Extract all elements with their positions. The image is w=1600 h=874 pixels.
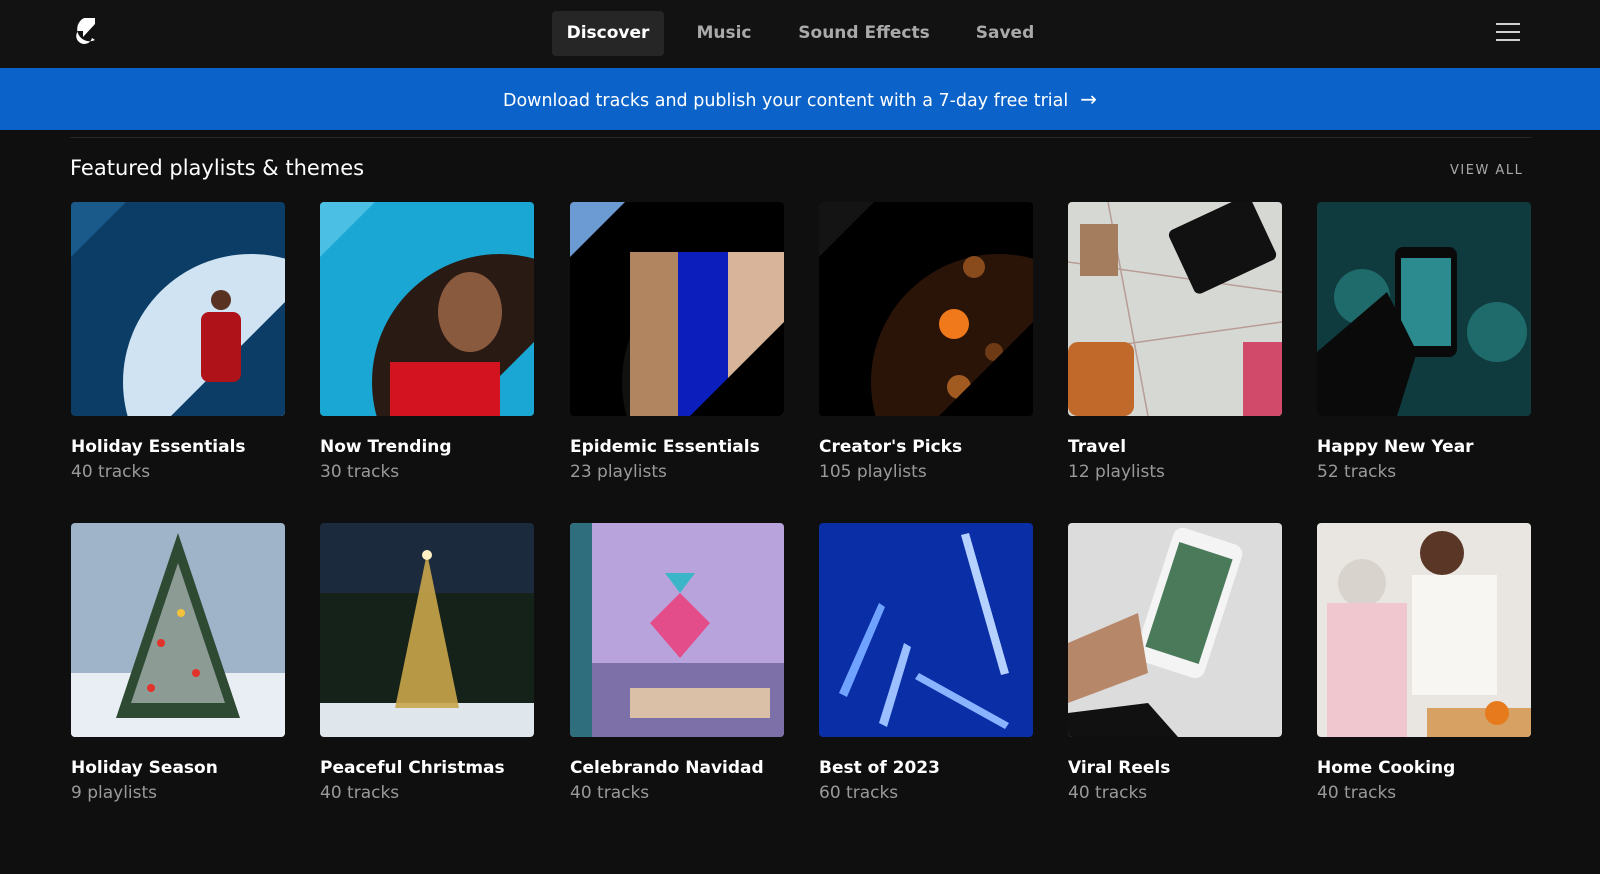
playlist-card-holiday-essentials[interactable]: Holiday Essentials 40 tracks bbox=[71, 202, 285, 482]
playlist-title: Travel bbox=[1068, 437, 1127, 457]
playlist-count: 9 playlists bbox=[71, 783, 158, 803]
playlist-cover-image bbox=[1317, 202, 1531, 416]
playlist-card-travel[interactable]: Travel 12 playlists bbox=[1068, 202, 1282, 482]
main-tabs: Discover Music Sound Effects Saved bbox=[0, 11, 1600, 56]
view-all-link[interactable]: VIEW ALL bbox=[1450, 163, 1523, 178]
playlist-card-now-trending[interactable]: Now Trending 30 tracks bbox=[320, 202, 534, 482]
playlist-count: 23 playlists bbox=[570, 462, 667, 482]
playlist-cover-image bbox=[819, 202, 1033, 416]
playlist-cover-image bbox=[1068, 202, 1282, 416]
banner-text: Download tracks and publish your content… bbox=[502, 91, 1069, 111]
tab-music[interactable]: Music bbox=[682, 11, 766, 56]
divider bbox=[70, 137, 1532, 138]
playlist-card-epidemic-essentials[interactable]: Epidemic Essentials 23 playlists bbox=[570, 202, 784, 482]
playlist-count: 40 tracks bbox=[1068, 783, 1148, 803]
playlist-cover-image bbox=[320, 523, 534, 737]
playlist-cover-image bbox=[570, 202, 784, 416]
playlist-cover-image bbox=[1068, 523, 1282, 737]
playlist-title: Viral Reels bbox=[1068, 758, 1171, 778]
playlist-count: 40 tracks bbox=[570, 783, 650, 803]
free-trial-banner[interactable]: Download tracks and publish your content… bbox=[0, 68, 1600, 130]
playlist-count: 30 tracks bbox=[320, 462, 400, 482]
playlist-count: 12 playlists bbox=[1068, 462, 1165, 482]
playlist-cover-image bbox=[71, 202, 285, 416]
playlist-title: Epidemic Essentials bbox=[570, 437, 760, 457]
section-title: Featured playlists & themes bbox=[70, 156, 365, 180]
playlist-count: 105 playlists bbox=[819, 462, 927, 482]
playlist-card-home-cooking[interactable]: Home Cooking 40 tracks bbox=[1317, 523, 1531, 803]
playlist-cover-image bbox=[320, 202, 534, 416]
playlist-title: Happy New Year bbox=[1317, 437, 1474, 457]
playlist-title: Celebrando Navidad bbox=[570, 758, 764, 778]
tab-saved[interactable]: Saved bbox=[962, 11, 1048, 56]
arrow-right-icon: → bbox=[1080, 87, 1098, 111]
playlist-title: Peaceful Christmas bbox=[320, 758, 505, 778]
playlist-count: 52 tracks bbox=[1317, 462, 1397, 482]
playlist-title: Best of 2023 bbox=[819, 758, 940, 778]
playlist-cover-image bbox=[1317, 523, 1531, 737]
playlist-count: 40 tracks bbox=[71, 462, 151, 482]
playlist-count: 40 tracks bbox=[320, 783, 400, 803]
playlist-card-creators-picks[interactable]: Creator's Picks 105 playlists bbox=[819, 202, 1033, 482]
playlist-title: Now Trending bbox=[320, 437, 452, 457]
playlist-cover-image bbox=[71, 523, 285, 737]
playlist-title: Creator's Picks bbox=[819, 437, 963, 457]
playlist-count: 60 tracks bbox=[819, 783, 899, 803]
hamburger-menu-icon[interactable] bbox=[1496, 23, 1520, 43]
playlist-title: Home Cooking bbox=[1317, 758, 1456, 778]
playlist-cover-image bbox=[570, 523, 784, 737]
playlist-card-holiday-season[interactable]: Holiday Season 9 playlists bbox=[71, 523, 285, 803]
playlist-card-celebrando-navidad[interactable]: Celebrando Navidad 40 tracks bbox=[570, 523, 784, 803]
playlist-card-peaceful-christmas[interactable]: Peaceful Christmas 40 tracks bbox=[320, 523, 534, 803]
playlist-cover-image bbox=[819, 523, 1033, 737]
playlist-title: Holiday Essentials bbox=[71, 437, 246, 457]
playlist-count: 40 tracks bbox=[1317, 783, 1397, 803]
top-navigation-bar: Discover Music Sound Effects Saved bbox=[0, 0, 1600, 68]
tab-discover[interactable]: Discover bbox=[552, 11, 664, 56]
playlist-card-best-of-2023[interactable]: Best of 2023 60 tracks bbox=[819, 523, 1033, 803]
playlist-card-viral-reels[interactable]: Viral Reels 40 tracks bbox=[1068, 523, 1282, 803]
tab-sound-effects[interactable]: Sound Effects bbox=[792, 11, 936, 56]
playlist-title: Holiday Season bbox=[71, 758, 218, 778]
playlist-card-happy-new-year[interactable]: Happy New Year 52 tracks bbox=[1317, 202, 1531, 482]
